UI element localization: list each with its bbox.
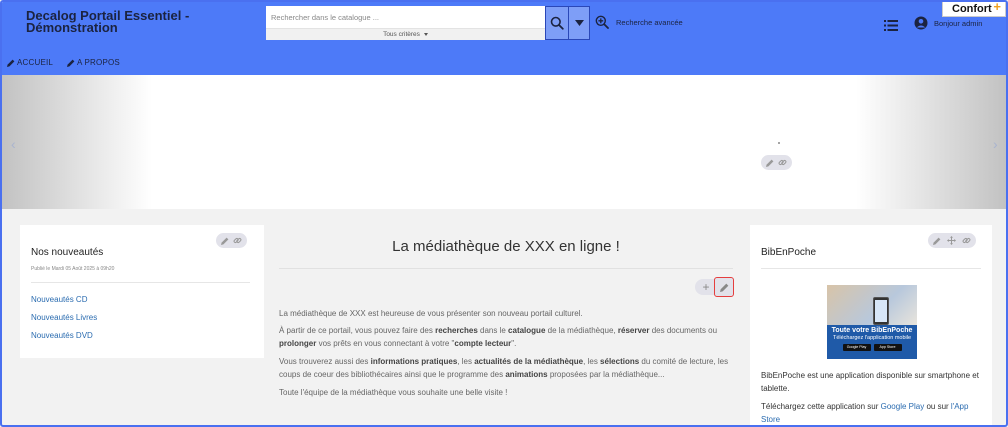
google-play-link[interactable]: Google Play <box>881 402 925 411</box>
divider <box>761 268 981 269</box>
site-title[interactable]: Decalog Portail Essentiel - Démonstratio… <box>26 9 246 34</box>
link-icon[interactable] <box>778 158 787 167</box>
caret-down-icon <box>574 20 584 26</box>
nav-item-label: ACCUEIL <box>17 58 54 67</box>
carousel-fade-right <box>856 75 1006 209</box>
intro-paragraph: La médiathèque de XXX est heureuse de vo… <box>279 309 583 318</box>
confort-button[interactable]: Confort + <box>942 2 1006 17</box>
google-play-badge: Google Play <box>842 344 871 351</box>
link-nouveautes-dvd[interactable]: Nouveautés DVD <box>31 331 93 340</box>
banner-headline: Toute votre BibEnPoche <box>831 327 913 334</box>
move-icon[interactable] <box>947 236 956 245</box>
link-nouveautes-livres[interactable]: Nouveautés Livres <box>31 313 97 322</box>
pencil-icon[interactable] <box>766 159 774 167</box>
news-box: Nos nouveautés Publié le Mardi 05 Août 2… <box>20 225 264 358</box>
banner-band: Toute votre BibEnPoche Téléchargez l'app… <box>827 325 917 359</box>
advanced-search-label: Recherche avancée <box>616 17 683 27</box>
link-icon[interactable] <box>233 236 242 245</box>
page-frame: Decalog Portail Essentiel - Démonstratio… <box>0 0 1008 427</box>
link-icon[interactable] <box>962 236 971 245</box>
pencil-icon <box>7 59 15 67</box>
carousel-edit-tools <box>761 155 792 170</box>
search-icon <box>550 16 564 30</box>
user-circle-icon <box>914 16 928 30</box>
confort-plus-icon: + <box>993 0 1001 14</box>
nav-item-a-propos[interactable]: A PROPOS <box>67 58 120 67</box>
bibenpoche-title: BibEnPoche <box>761 247 817 258</box>
main-title: La médiathèque de XXX en ligne ! <box>392 238 620 255</box>
search-button[interactable] <box>545 6 569 40</box>
bibenpoche-box: BibEnPoche Toute votre BibEnPoche Téléch… <box>750 225 992 425</box>
bibenpoche-tools <box>928 233 976 248</box>
banner-photo <box>827 285 917 325</box>
criteria-label: Tous critères <box>383 31 420 38</box>
user-menu[interactable]: Bonjour admin <box>914 16 982 30</box>
closing-paragraph: Toute l'équipe de la médiathèque vous so… <box>279 388 508 397</box>
banner-subline: Téléchargez l'application mobile <box>832 335 912 341</box>
nav-item-accueil[interactable]: ACCUEIL <box>7 58 53 67</box>
news-box-title: Nos nouveautés <box>31 247 104 258</box>
pencil-icon[interactable] <box>933 237 941 245</box>
divider <box>31 282 250 283</box>
search-input[interactable] <box>266 6 545 28</box>
pencil-icon <box>67 59 75 67</box>
list-icon <box>884 20 898 31</box>
info-paragraph: Vous trouverez aussi des informations pr… <box>279 357 729 379</box>
divider <box>279 268 733 269</box>
pencil-icon[interactable] <box>221 237 229 245</box>
carousel-fade-left <box>2 75 152 209</box>
criteria-select[interactable]: Tous critères <box>266 28 545 40</box>
confort-label: Confort <box>952 3 992 15</box>
carousel-prev-arrow[interactable]: ‹ <box>11 136 16 152</box>
search-dropdown-button[interactable] <box>569 6 590 40</box>
link-nouveautes-cd[interactable]: Nouveautés CD <box>31 295 87 304</box>
add-button[interactable]: + <box>699 279 713 295</box>
carousel-next-arrow[interactable]: › <box>993 136 998 152</box>
phone-icon <box>873 297 889 325</box>
advanced-search-link[interactable]: Recherche avancée <box>595 15 683 29</box>
bibenpoche-download-text: Téléchargez cette application sur Google… <box>761 402 969 424</box>
store-badges: Google Play App Store <box>827 344 917 351</box>
bibenpoche-description: BibEnPoche est une application disponibl… <box>761 371 979 393</box>
news-box-tools <box>216 233 247 248</box>
zoom-plus-icon <box>595 15 609 29</box>
carousel: ‹ › <box>2 75 1006 209</box>
search-box: Tous critères <box>266 6 545 40</box>
header: Decalog Portail Essentiel - Démonstratio… <box>2 2 1006 75</box>
features-paragraph: À partir de ce portail, vous pouvez fair… <box>279 326 718 348</box>
nav-item-label: A PROPOS <box>77 58 120 67</box>
carousel-dot <box>778 142 780 144</box>
news-box-date: Publié le Mardi 05 Août 2025 à 09h20 <box>31 266 115 272</box>
edit-button[interactable] <box>714 277 734 297</box>
bibenpoche-banner[interactable]: Toute votre BibEnPoche Téléchargez l'app… <box>827 285 917 359</box>
user-label: Bonjour admin <box>934 18 983 28</box>
caret-down-icon <box>423 32 428 36</box>
menu-list-button[interactable] <box>884 18 898 36</box>
app-store-badge: App Store <box>873 344 902 351</box>
pencil-icon <box>719 283 728 292</box>
